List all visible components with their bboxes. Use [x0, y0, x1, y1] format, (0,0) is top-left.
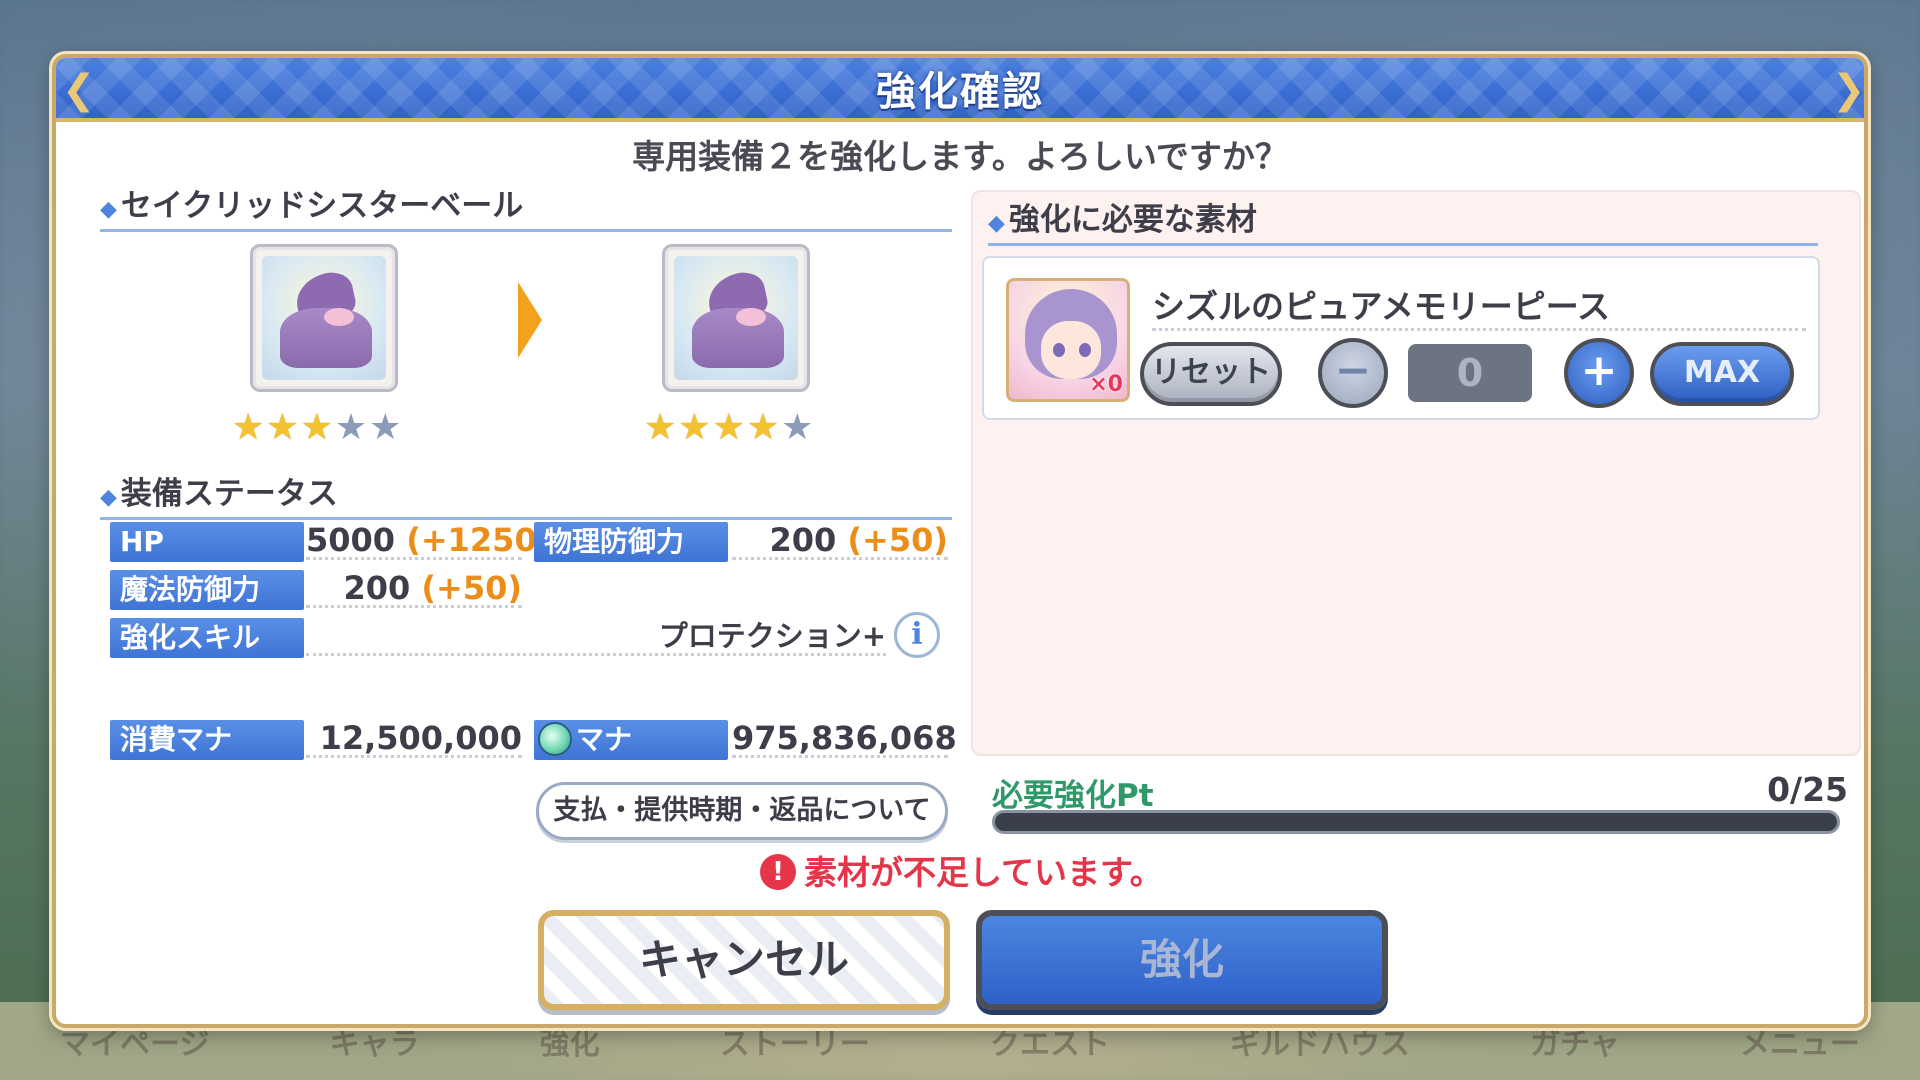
skill-info-button[interactable]: i	[894, 612, 940, 658]
status-header: ◆ 装備ステータス	[100, 468, 952, 520]
equipment-after-icon[interactable]	[662, 244, 810, 392]
enhance-confirm-dialog: ❮ 強化確認 ❯ 専用装備２を強化します。よろしいですか？ ◆ セイクリッドシスタ…	[52, 54, 1868, 1028]
star-filled-icon: ★	[644, 407, 677, 448]
materials-header-label: 強化に必要な素材	[1008, 202, 1257, 238]
phys-def-value: 200 (+50)	[732, 520, 948, 560]
mana-cost-value: 12,500,000	[306, 718, 522, 758]
warning-text: 素材が不足しています。	[804, 853, 1163, 892]
required-pt-value: 0/25	[1767, 770, 1848, 809]
skill-label: 強化スキル	[110, 618, 304, 658]
mag-def-plus-value: (+50)	[421, 569, 522, 607]
phys-def-plus-value: (+50)	[847, 521, 948, 559]
star-empty-icon: ★	[334, 407, 368, 448]
phys-def-base-value: 200	[769, 521, 837, 559]
insufficient-materials-warning: ! 素材が不足しています。	[760, 846, 1163, 894]
material-card: ×0 シズルのピュアメモリーピース リセット − 0 + MAX	[982, 256, 1820, 420]
star-filled-icon: ★	[266, 407, 299, 448]
corner-ornament-right-icon: ❯	[1832, 67, 1866, 113]
mag-def-label: 魔法防御力	[110, 570, 304, 610]
hp-base-value: 5000	[306, 521, 396, 559]
mana-owned-label-text: マナ	[576, 723, 633, 756]
reset-button[interactable]: リセット	[1140, 342, 1282, 406]
diamond-bullet-icon: ◆	[100, 197, 117, 222]
mana-owned-label: マナ	[534, 720, 728, 760]
star-empty-icon: ★	[369, 407, 402, 448]
mana-cost-label: 消費マナ	[110, 720, 304, 760]
star-filled-icon: ★	[746, 407, 780, 448]
star-filled-icon: ★	[712, 407, 745, 448]
minus-button[interactable]: −	[1318, 338, 1388, 408]
required-pt-label: 必要強化Pt	[992, 778, 1154, 814]
alert-icon: !	[760, 853, 796, 890]
corner-ornament-left-icon: ❮	[62, 67, 96, 113]
equipment-before-icon[interactable]	[250, 244, 398, 392]
diamond-bullet-icon: ◆	[988, 211, 1005, 236]
enhance-button[interactable]: 強化	[976, 910, 1388, 1010]
plus-button[interactable]: +	[1564, 338, 1634, 408]
pt-progress-bar	[992, 810, 1840, 834]
mana-owned-value: 975,836,068	[732, 719, 957, 758]
hp-plus-value: (+1250)	[406, 521, 552, 559]
quantity-display: 0	[1408, 344, 1532, 402]
arrow-right-icon	[518, 282, 542, 358]
skill-value: プロテクション+	[306, 616, 886, 656]
material-name: シズルのピュアメモリーピース	[1152, 287, 1611, 326]
materials-header: ◆ 強化に必要な素材	[988, 194, 1818, 246]
diamond-bullet-icon: ◆	[100, 485, 117, 510]
material-divider	[1152, 328, 1806, 331]
mag-def-base-value: 200	[343, 569, 411, 607]
status-header-label: 装備ステータス	[120, 476, 338, 512]
rank-stars-before: ★ ★ ★ ★ ★	[232, 410, 401, 446]
mag-def-value: 200 (+50)	[306, 568, 522, 608]
max-button[interactable]: MAX	[1650, 342, 1794, 406]
memory-piece-icon[interactable]: ×0	[1006, 278, 1130, 402]
star-filled-icon: ★	[232, 407, 265, 448]
cancel-button[interactable]: キャンセル	[538, 910, 950, 1010]
payment-info-button[interactable]: 支払・提供時期・返品について	[536, 782, 948, 840]
equipment-name-header: ◆ セイクリッドシスターベール	[100, 180, 952, 232]
equipment-name: セイクリッドシスターベール	[120, 188, 524, 224]
material-owned-count: ×0	[1089, 372, 1123, 397]
veil-icon	[674, 256, 798, 380]
veil-icon	[262, 256, 386, 380]
star-filled-icon: ★	[678, 407, 711, 448]
dialog-header: ❮ 強化確認 ❯	[56, 58, 1866, 122]
star-empty-icon: ★	[781, 407, 814, 448]
hp-label: HP	[110, 522, 304, 562]
dialog-subtitle: 専用装備２を強化します。よろしいですか？	[632, 137, 1288, 176]
mana-gem-icon	[538, 722, 572, 756]
dialog-title: 強化確認	[876, 69, 1044, 115]
phys-def-label: 物理防御力	[534, 522, 728, 562]
hp-value: 5000 (+1250)	[306, 520, 551, 560]
rank-stars-after: ★ ★ ★ ★ ★	[644, 410, 813, 446]
star-filled-icon: ★	[300, 407, 333, 448]
